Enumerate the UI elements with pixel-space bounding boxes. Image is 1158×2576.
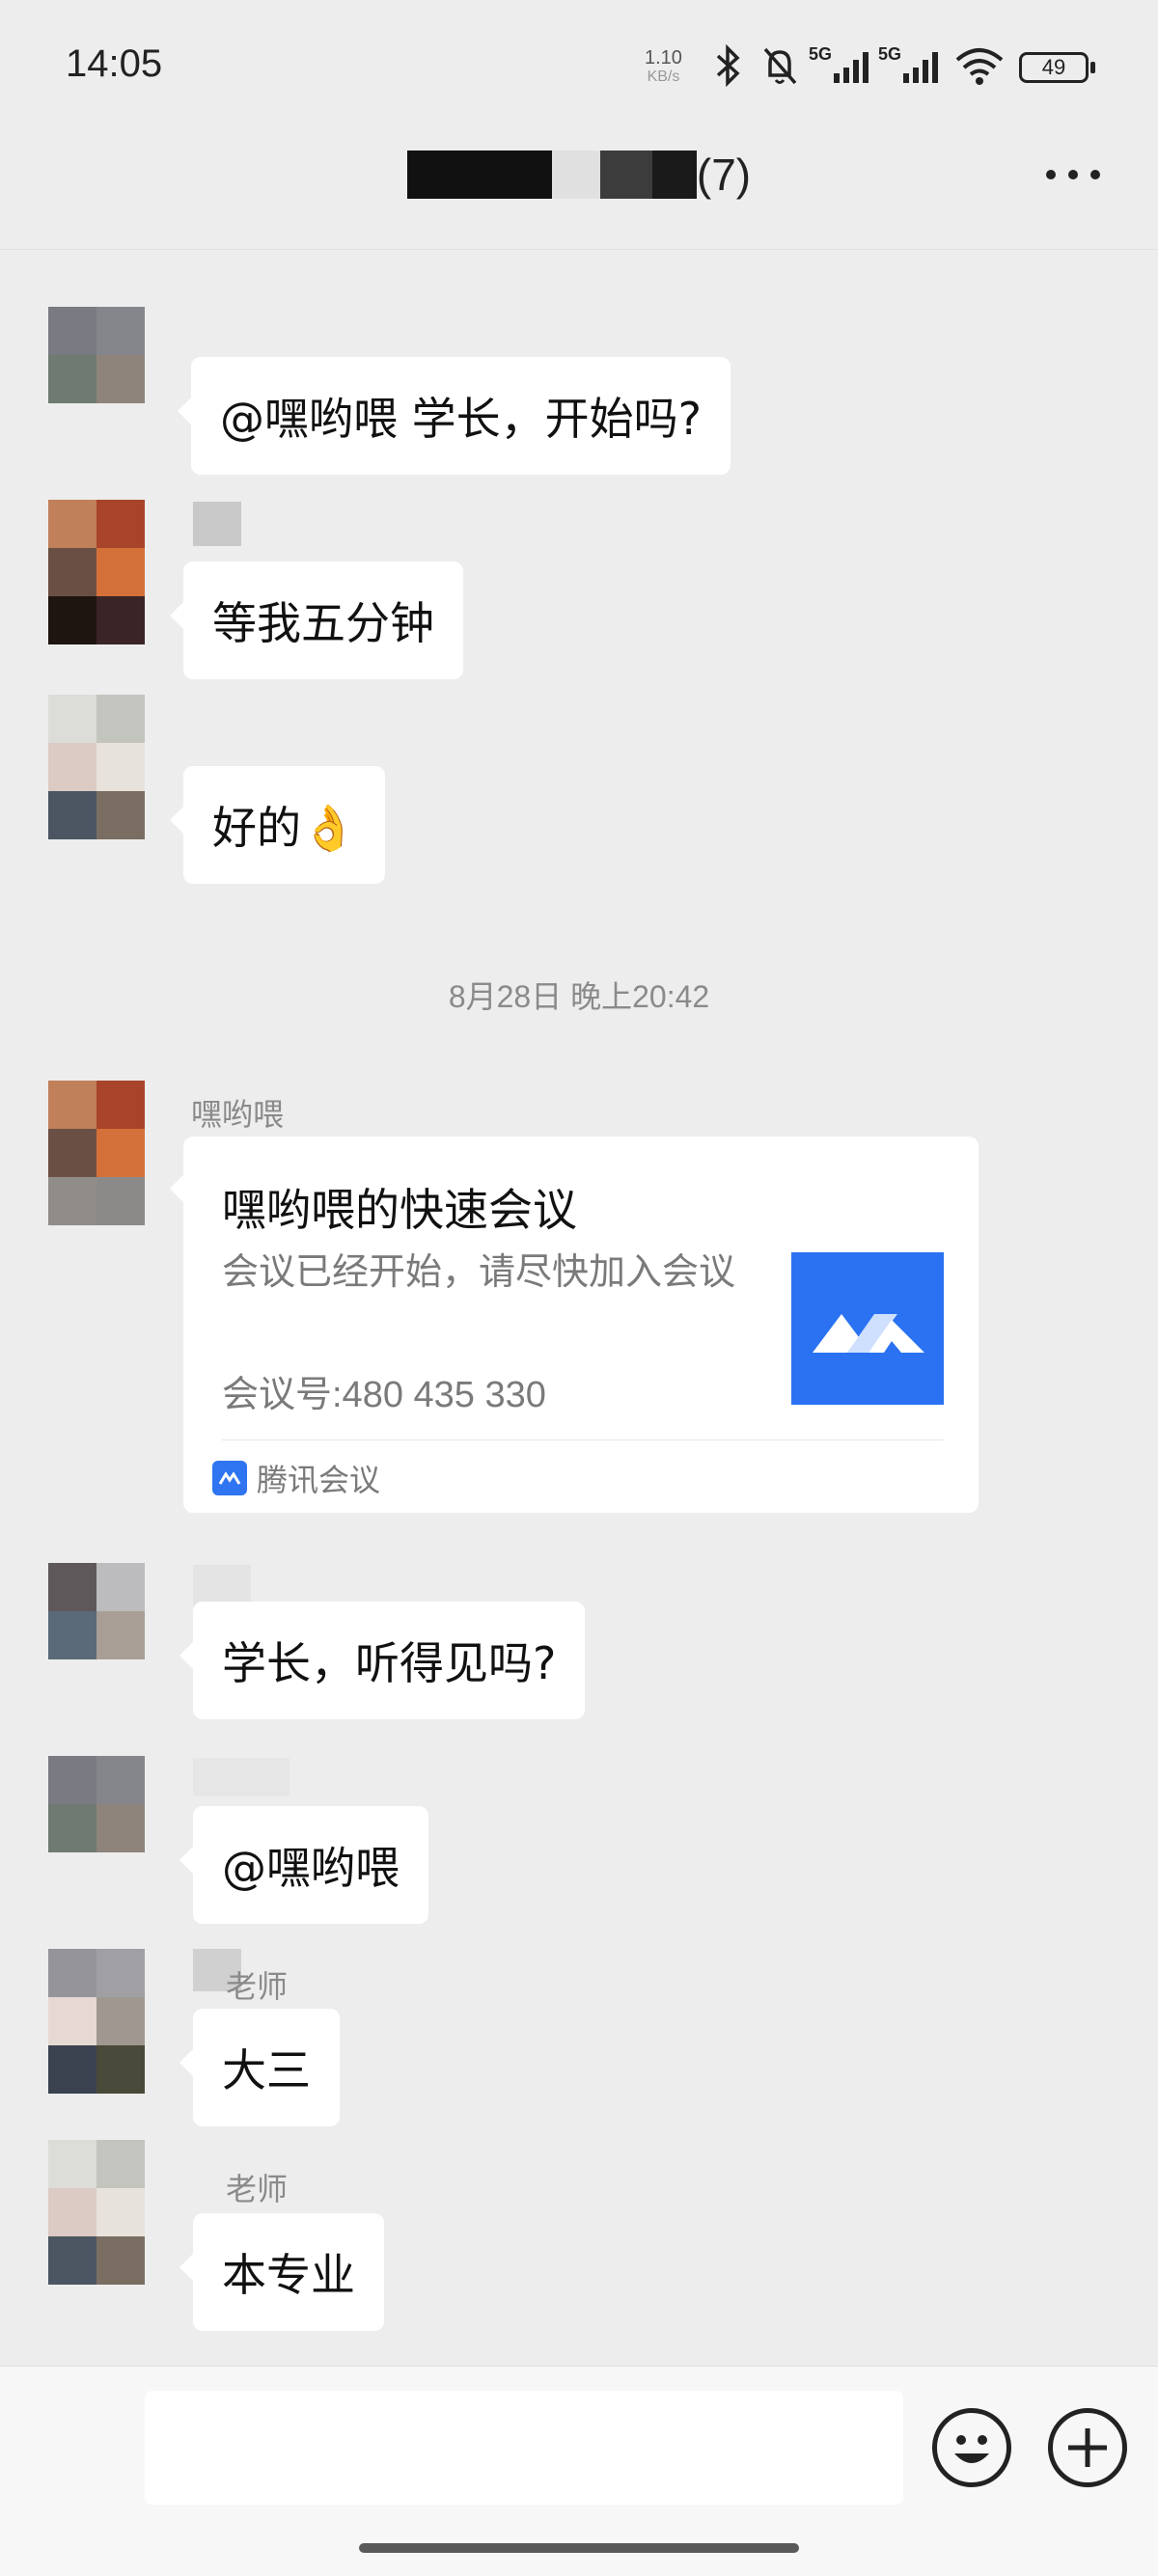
- message-text: @嘿哟喂 学长，开始吗?: [220, 393, 703, 445]
- wifi-icon: [955, 48, 1004, 85]
- source-label: 腾讯会议: [257, 1462, 381, 1498]
- message-bubble[interactable]: @嘿哟喂: [179, 1806, 428, 1924]
- avatar[interactable]: [48, 1756, 145, 1852]
- sender-name-redacted: [193, 1758, 290, 1796]
- chat-title: (7): [0, 145, 1158, 201]
- header-divider: [0, 249, 1158, 250]
- time-separator: 8月28日 晚上20:42: [448, 979, 710, 1014]
- title-redaction: [599, 150, 652, 199]
- message-text: 好的👌: [212, 802, 357, 854]
- plus-icon[interactable]: [1048, 2408, 1127, 2487]
- meeting-title: 嘿哟喂的快速会议: [222, 1184, 577, 1236]
- network-type-1: 5G: [809, 44, 833, 64]
- avatar[interactable]: [48, 1949, 145, 2094]
- message-bubble[interactable]: 学长，听得见吗?: [179, 1602, 586, 1719]
- message-bubble[interactable]: 大三: [179, 2009, 340, 2126]
- message-text: 等我五分钟: [212, 597, 434, 649]
- battery-tip: [1090, 62, 1095, 73]
- emoji-icon[interactable]: [932, 2408, 1011, 2487]
- sender-name: 老师: [226, 1969, 289, 2004]
- avatar[interactable]: [48, 307, 145, 403]
- title-redaction: [651, 150, 697, 199]
- avatar[interactable]: [48, 500, 145, 644]
- home-indicator[interactable]: [359, 2543, 799, 2553]
- network-speed-value: 1.10: [645, 47, 682, 69]
- tencent-meeting-logo: [791, 1252, 944, 1405]
- signal-icon: [903, 52, 938, 83]
- meeting-description: 会议已经开始，请尽快加入会议: [222, 1250, 736, 1293]
- avatar[interactable]: [48, 1081, 145, 1225]
- signal-icon: [834, 52, 868, 83]
- message-input[interactable]: [145, 2391, 903, 2505]
- card-divider: [222, 1439, 944, 1440]
- battery-level: 49: [1041, 55, 1066, 79]
- sender-name: 嘿哟喂: [191, 1097, 285, 1132]
- message-text: 大三: [222, 2044, 311, 2096]
- mute-bell-icon: [763, 47, 797, 85]
- meeting-number: 会议号:480 435 330: [222, 1375, 546, 1415]
- sender-name-redacted: [193, 502, 241, 546]
- bluetooth-icon: [716, 44, 740, 87]
- tencent-meeting-icon: [212, 1461, 247, 1495]
- network-type-2: 5G: [878, 44, 902, 64]
- avatar[interactable]: [48, 695, 145, 839]
- message-text: 本专业: [222, 2249, 355, 2301]
- message-bubble[interactable]: @嘿哟喂 学长，开始吗?: [177, 357, 731, 475]
- meeting-card[interactable]: 嘿哟喂的快速会议 会议已经开始，请尽快加入会议 会议号:480 435 330 …: [170, 1137, 979, 1513]
- member-count: (7): [696, 149, 752, 200]
- avatar[interactable]: [48, 1563, 145, 1659]
- title-redaction: [406, 150, 552, 199]
- sender-name: 老师: [226, 2172, 289, 2206]
- title-redaction: [551, 150, 600, 199]
- message-bubble[interactable]: 好的👌: [169, 766, 386, 884]
- message-bubble[interactable]: 本专业: [179, 2213, 384, 2331]
- battery-icon: 49: [1019, 52, 1089, 83]
- message-bubble[interactable]: 等我五分钟: [170, 562, 463, 679]
- network-speed-unit: KB/s: [647, 69, 680, 85]
- card-source: 腾讯会议: [212, 1457, 380, 1499]
- more-dots-icon[interactable]: [1046, 160, 1100, 189]
- message-text: 学长，听得见吗?: [222, 1637, 557, 1689]
- message-text: @嘿哟喂: [222, 1842, 400, 1894]
- network-speed: 1.10 KB/s: [645, 48, 682, 87]
- status-time: 14:05: [66, 42, 163, 85]
- avatar[interactable]: [48, 2140, 145, 2285]
